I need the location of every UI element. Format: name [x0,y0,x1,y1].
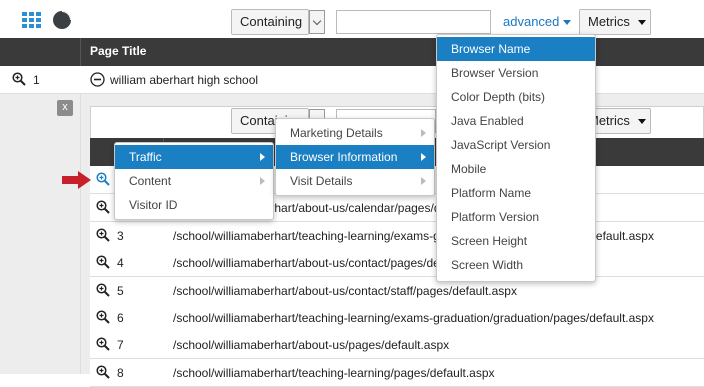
zoom-in-icon[interactable] [96,255,110,272]
zoom-in-icon[interactable] [96,172,110,189]
column-header-page-title[interactable]: Page Title [90,44,146,58]
menu-item-label: Browser Information [290,150,398,164]
menu-item-javascript-version[interactable]: JavaScript Version [437,133,595,157]
menu-item-visitor-id[interactable]: Visitor ID [115,193,273,217]
chevron-right-icon [260,153,265,161]
menu-item-mobile[interactable]: Mobile [437,157,595,181]
row-path[interactable]: /school/williamaberhart/about-us/pages/d… [173,338,698,352]
grid-icon[interactable] [22,12,42,30]
menu-item-label: Traffic [129,150,162,164]
menu-item-marketing-details[interactable]: Marketing Details [276,121,434,145]
chevron-right-icon [260,177,265,185]
menu-item-browser-information[interactable]: Browser Information [276,145,434,169]
row-number: 6 [117,311,124,325]
menu-item-label: Visit Details [290,174,353,188]
zoom-in-icon[interactable] [96,310,110,327]
menu-item-color-depth[interactable]: Color Depth (bits) [437,85,595,109]
row-path[interactable]: /school/williamaberhart/teaching-learnin… [173,311,698,325]
advanced-link[interactable]: advanced [503,14,571,29]
chevron-right-icon [421,129,426,137]
chevron-right-icon [421,177,426,185]
browser-information-submenu: Browser Name Browser Version Color Depth… [436,34,596,282]
zoom-in-icon[interactable] [12,72,26,89]
row-number: 8 [117,366,124,380]
menu-item-visit-details[interactable]: Visit Details [276,169,434,193]
dimension-menu: Traffic Content Visitor ID [114,142,274,220]
row-title[interactable]: william aberhart high school [110,73,258,87]
row-number: 7 [117,338,124,352]
metrics-button[interactable]: Metrics [579,9,651,35]
row-number: 3 [117,229,124,243]
chevron-down-icon[interactable] [309,10,325,34]
menu-item-browser-version[interactable]: Browser Version [437,61,595,85]
menu-item-label: Visitor ID [129,198,178,212]
pie-chart-icon[interactable] [52,10,72,30]
chevron-right-icon [421,153,426,161]
filter-mode-select[interactable]: Containing [231,9,309,35]
menu-item-platform-version[interactable]: Platform Version [437,205,595,229]
menu-item-label: Content [129,174,172,188]
red-arrow-icon [62,170,92,193]
traffic-submenu: Marketing Details Browser Information Vi… [275,118,435,196]
row-number: 5 [117,284,124,298]
row-path[interactable]: /school/williamaberhart/about-us/contact… [173,284,698,298]
menu-item-content[interactable]: Content [115,169,273,193]
row-divider [80,94,81,374]
zoom-in-icon[interactable] [96,200,110,217]
minus-circle-icon[interactable] [90,72,105,90]
menu-item-platform-name[interactable]: Platform Name [437,181,595,205]
row-number: 1 [33,73,40,87]
zoom-in-icon[interactable] [96,228,110,245]
table-header-divider [80,38,81,66]
menu-item-browser-name[interactable]: Browser Name [437,37,595,61]
zoom-in-icon[interactable] [96,337,110,354]
row-number: 4 [117,256,124,270]
menu-item-screen-height[interactable]: Screen Height [437,229,595,253]
menu-item-traffic[interactable]: Traffic [115,145,273,169]
zoom-in-icon[interactable] [96,283,110,300]
menu-item-screen-width[interactable]: Screen Width [437,253,595,277]
search-input[interactable] [336,10,491,34]
menu-item-label: Marketing Details [290,126,383,140]
row-path[interactable]: /school/williamaberhart/teaching-learnin… [173,366,698,380]
table-row [0,66,704,94]
close-subpanel-button[interactable]: x [57,100,73,116]
menu-item-java-enabled[interactable]: Java Enabled [437,109,595,133]
